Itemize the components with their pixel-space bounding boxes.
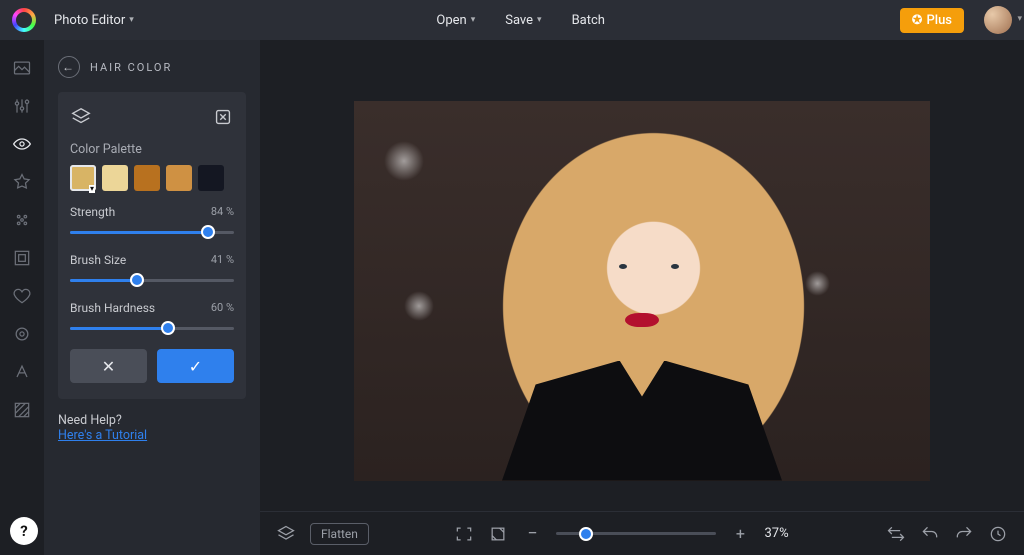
cancel-button[interactable]: ✕ [70, 349, 147, 383]
color-swatch[interactable] [134, 165, 160, 191]
panel-title: HAIR COLOR [90, 61, 172, 74]
slider-thumb[interactable] [161, 321, 175, 335]
canvas[interactable] [260, 40, 1024, 511]
apply-button[interactable]: ✓ [157, 349, 234, 383]
chevron-down-icon: ▾ [471, 15, 476, 25]
fit-screen-icon[interactable] [454, 524, 474, 544]
brush-hardness-slider-row: Brush Hardness 60 % [70, 301, 234, 335]
star-icon: ✪ [912, 13, 923, 28]
rail-image-icon[interactable] [12, 58, 32, 78]
slider-thumb[interactable] [579, 527, 593, 541]
bottombar: Flatten − + 37% [260, 511, 1024, 555]
brush-size-label: Brush Size [70, 253, 126, 267]
panel-actions: ✕ ✓ [70, 349, 234, 383]
expand-icon[interactable] [488, 524, 508, 544]
rail-sliders-icon[interactable] [12, 96, 32, 116]
undo-button[interactable] [920, 524, 940, 544]
panel-header: ← HAIR COLOR [58, 56, 246, 78]
brush-hardness-unit: % [226, 301, 234, 314]
strength-value: 84 [211, 205, 223, 218]
rail-texture-icon[interactable] [12, 400, 32, 420]
palette-section: Color Palette [70, 142, 234, 191]
help-label: Need Help? [58, 413, 246, 428]
color-swatch[interactable] [166, 165, 192, 191]
palette-label: Color Palette [70, 142, 234, 157]
slider-thumb[interactable] [201, 225, 215, 239]
zoom-out-button[interactable]: − [522, 524, 542, 544]
account-avatar[interactable]: ▾ [984, 6, 1012, 34]
rail-heart-icon[interactable] [12, 286, 32, 306]
strength-slider[interactable] [70, 225, 234, 239]
menu-open-label: Open [436, 13, 466, 28]
rail-sparkle-icon[interactable] [12, 210, 32, 230]
zoom-unit: % [779, 526, 789, 541]
app-switcher[interactable]: Photo Editor ▾ [46, 9, 142, 32]
back-button[interactable]: ← [58, 56, 80, 78]
color-swatch[interactable] [198, 165, 224, 191]
compare-icon[interactable] [886, 524, 906, 544]
brush-size-value: 41 [211, 253, 223, 266]
color-swatch[interactable] [102, 165, 128, 191]
chevron-down-icon: ▾ [129, 15, 134, 25]
rail-text-icon[interactable] [12, 362, 32, 382]
rail-star-icon[interactable] [12, 172, 32, 192]
help-fab[interactable]: ? [10, 517, 38, 545]
strength-slider-row: Strength 84 % [70, 205, 234, 239]
layers-toggle-icon[interactable] [70, 106, 92, 128]
upgrade-plus-button[interactable]: ✪ Plus [900, 8, 964, 33]
color-swatch[interactable] [70, 165, 96, 191]
chevron-down-icon: ▾ [1017, 14, 1022, 24]
menu-batch[interactable]: Batch [572, 13, 605, 28]
strength-unit: % [226, 205, 234, 218]
help-section: Need Help? Here's a Tutorial [58, 413, 246, 443]
rail-gear-icon[interactable] [12, 324, 32, 344]
zoom-slider[interactable] [556, 527, 716, 541]
menu-open[interactable]: Open ▾ [436, 13, 475, 28]
rail-frame-icon[interactable] [12, 248, 32, 268]
menu-batch-label: Batch [572, 13, 605, 28]
chevron-down-icon: ▾ [537, 15, 542, 25]
tool-panel: ← HAIR COLOR Color Palette Strength 84 % [44, 40, 260, 555]
layers-icon[interactable] [276, 524, 296, 544]
brush-size-slider[interactable] [70, 273, 234, 287]
flatten-button[interactable]: Flatten [310, 523, 369, 545]
brush-hardness-value: 60 [211, 301, 223, 314]
redo-button[interactable] [954, 524, 974, 544]
slider-thumb[interactable] [130, 273, 144, 287]
brush-hardness-label: Brush Hardness [70, 301, 155, 315]
erase-icon[interactable] [212, 106, 234, 128]
zoom-readout: 37% [764, 526, 800, 541]
strength-label: Strength [70, 205, 115, 219]
settings-card: Color Palette Strength 84 % Brush Size 4… [58, 92, 246, 399]
photo-preview [354, 101, 930, 481]
app-name-label: Photo Editor [54, 13, 125, 28]
zoom-in-button[interactable]: + [730, 524, 750, 544]
brush-hardness-slider[interactable] [70, 321, 234, 335]
close-icon: ✕ [102, 357, 115, 376]
rail-eye-icon[interactable] [12, 134, 32, 154]
plus-label: Plus [926, 13, 952, 28]
tutorial-link[interactable]: Here's a Tutorial [58, 428, 147, 443]
canvas-area: Flatten − + 37% [260, 40, 1024, 555]
zoom-value: 37 [764, 526, 779, 541]
color-swatches [70, 165, 234, 191]
topbar: Photo Editor ▾ Open ▾ Save ▾ Batch ✪ Plu… [0, 0, 1024, 40]
back-arrow-icon: ← [62, 60, 76, 74]
tool-rail [0, 40, 44, 555]
brush-size-slider-row: Brush Size 41 % [70, 253, 234, 287]
menu-save-label: Save [505, 13, 533, 28]
main-area: ← HAIR COLOR Color Palette Strength 84 % [0, 40, 1024, 555]
app-logo[interactable] [12, 8, 36, 32]
menu-save[interactable]: Save ▾ [505, 13, 541, 28]
check-icon: ✓ [189, 357, 202, 376]
history-icon[interactable] [988, 524, 1008, 544]
help-icon: ? [20, 522, 27, 540]
top-menu: Open ▾ Save ▾ Batch [436, 13, 605, 28]
brush-size-unit: % [226, 253, 234, 266]
